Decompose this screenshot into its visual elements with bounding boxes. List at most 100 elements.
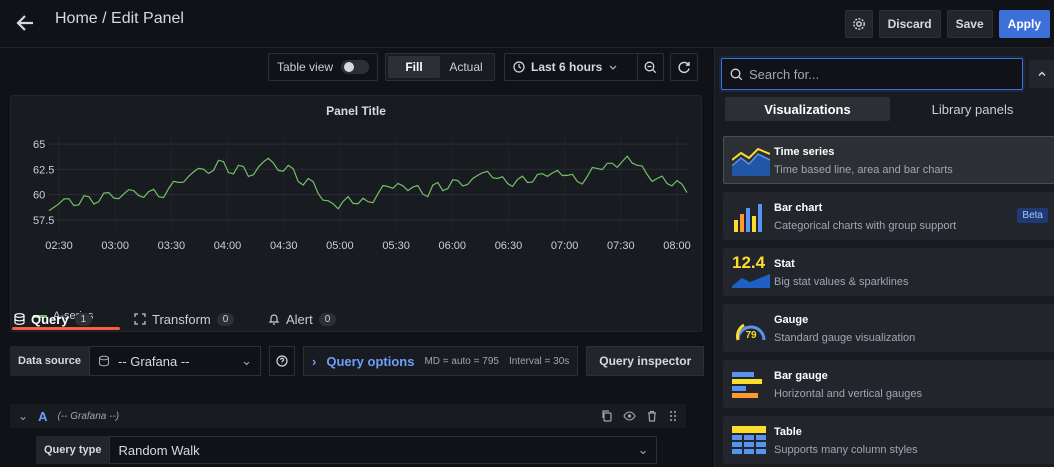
discard-button[interactable]: Discard: [878, 10, 941, 38]
clock-icon: [513, 61, 525, 73]
back-arrow-icon[interactable]: [14, 12, 36, 34]
viz-description: Big stat values & sparklines: [774, 276, 909, 288]
gear-icon: [852, 18, 865, 30]
collapse-chevron-icon[interactable]: ⌄: [18, 409, 28, 423]
apply-button[interactable]: Apply: [998, 10, 1050, 38]
y-tick-label: 60: [33, 190, 45, 202]
time-series-chart: 65 62.5 60 57.5 02:30 03:00 03:30 04:00 04:30 05:…: [33, 134, 691, 252]
viz-name: Time series: [774, 146, 835, 158]
visualization-picker: Visualizations Library panels Time serie…: [714, 48, 1054, 467]
viz-name: Bar chart: [774, 202, 823, 214]
tab-transform[interactable]: Transform 0: [134, 306, 235, 332]
x-tick-label: 04:30: [270, 240, 298, 252]
viz-name: Gauge: [774, 314, 809, 326]
database-icon: [14, 313, 25, 325]
query-row-header[interactable]: ⌄ A (-- Grafana --): [10, 404, 686, 428]
refresh-button[interactable]: [670, 53, 698, 81]
viz-item-bar-chart[interactable]: Bar chart Categorical charts with group …: [723, 192, 1054, 240]
chevron-down-icon: ⌄: [241, 353, 252, 368]
trash-icon[interactable]: [646, 410, 658, 422]
table-icon: [732, 426, 766, 454]
viz-item-time-series[interactable]: Time series Time based line, area and ba…: [723, 136, 1054, 184]
zoom-out-button[interactable]: [637, 54, 663, 80]
chevron-down-icon: ⌄: [637, 442, 649, 457]
bar-gauge-icon: [732, 372, 762, 398]
viz-name: Bar gauge: [774, 370, 828, 382]
tab-library-panels[interactable]: Library panels: [890, 97, 1054, 121]
beta-badge: Beta: [1017, 208, 1048, 223]
query-row-datasource: (-- Grafana --): [57, 410, 120, 422]
tab-alert-label: Alert: [286, 311, 313, 327]
tab-query-label: Query: [31, 311, 69, 327]
x-tick-label: 04:00: [214, 240, 242, 252]
search-icon: [730, 68, 743, 80]
query-inspector-button[interactable]: Query inspector: [586, 346, 705, 376]
panel-preview: Panel Title 65 62.5 60 57.5 02:30 03:00 03:30 0…: [10, 95, 702, 332]
viz-item-stat[interactable]: 12.4 Stat Big stat values & sparklines: [723, 248, 1054, 296]
x-tick-label: 02:30: [45, 240, 73, 252]
tab-visualizations[interactable]: Visualizations: [725, 97, 890, 121]
datasource-picker[interactable]: -- Grafana -- ⌄: [88, 346, 261, 376]
query-options-button[interactable]: › Query options MD = auto = 795 Interval…: [302, 346, 579, 376]
x-tick-label: 07:30: [607, 240, 635, 252]
gauge-icon-value: 79: [745, 330, 757, 341]
fill-option[interactable]: Fill: [388, 56, 440, 78]
time-range-label: Last 6 hours: [531, 60, 603, 74]
chevron-down-icon: [609, 65, 617, 70]
x-tick-label: 05:30: [382, 240, 410, 252]
viz-search-input[interactable]: [749, 66, 1009, 82]
eye-icon[interactable]: [623, 410, 636, 422]
actual-option[interactable]: Actual: [440, 56, 492, 78]
tab-transform-count: 0: [216, 312, 235, 326]
collapse-pane-button[interactable]: [1029, 60, 1054, 88]
query-options-label: Query options: [326, 353, 415, 369]
duplicate-icon[interactable]: [601, 410, 613, 422]
y-tick-label: 62.5: [33, 164, 54, 176]
drag-handle-icon[interactable]: [668, 410, 678, 422]
bar-chart-icon: [734, 204, 762, 232]
viz-description: Horizontal and vertical gauges: [774, 388, 922, 400]
x-tick-label: 07:00: [551, 240, 579, 252]
transform-icon: [134, 313, 146, 325]
top-bar: Home / Edit Panel Discard Save Apply: [0, 0, 1054, 48]
series-line: [48, 155, 688, 212]
y-tick-label: 57.5: [33, 215, 54, 227]
help-icon: [276, 355, 288, 367]
chevron-right-icon: ›: [311, 353, 317, 369]
viz-item-bar-gauge[interactable]: Bar gauge Horizontal and vertical gauges: [723, 360, 1054, 408]
time-series-icon: [732, 147, 770, 176]
editor-area: Table view Fill Actual Last 6 hours Pane…: [0, 48, 708, 467]
time-range-picker[interactable]: Last 6 hours: [504, 53, 664, 81]
viz-item-table[interactable]: Table Supports many column styles: [723, 416, 1054, 464]
table-view-toggle[interactable]: Table view: [268, 53, 378, 81]
chevron-up-icon: [1038, 71, 1046, 76]
tab-alert-count: 0: [318, 312, 337, 326]
viz-list: Time series Time based line, area and ba…: [723, 136, 1054, 467]
viz-item-gauge[interactable]: 79 Gauge Standard gauge visualization: [723, 304, 1054, 352]
table-view-label: Table view: [277, 60, 334, 74]
tab-alert[interactable]: Alert 0: [268, 306, 337, 332]
save-button[interactable]: Save: [946, 10, 993, 38]
query-row-name[interactable]: A: [38, 409, 47, 424]
x-tick-label: 06:00: [439, 240, 467, 252]
settings-button[interactable]: [844, 10, 873, 38]
viz-name: Stat: [774, 258, 795, 270]
query-type-select[interactable]: Random Walk ⌄: [109, 436, 658, 464]
size-mode-selector: Fill Actual: [385, 53, 495, 81]
datasource-help-button[interactable]: [268, 346, 295, 376]
bell-icon: [268, 314, 280, 325]
viz-description: Categorical charts with group support: [774, 220, 957, 232]
query-pane: Data source -- Grafana -- ⌄ › Query opti…: [0, 332, 708, 467]
gauge-icon: 79: [735, 323, 766, 341]
viz-description: Standard gauge visualization: [774, 332, 916, 344]
x-tick-label: 08:00: [663, 240, 691, 252]
breadcrumb: Home / Edit Panel: [55, 10, 184, 27]
viz-search-box[interactable]: [721, 58, 1023, 90]
database-icon: [98, 355, 110, 367]
viz-description: Time based line, area and bar charts: [774, 164, 953, 176]
x-tick-label: 03:30: [158, 240, 186, 252]
table-view-switch[interactable]: [341, 60, 370, 74]
panel-toolbar: Table view Fill Actual Last 6 hours: [0, 48, 708, 88]
tab-query-count: 1: [74, 312, 93, 326]
y-tick-label: 65: [33, 139, 45, 151]
